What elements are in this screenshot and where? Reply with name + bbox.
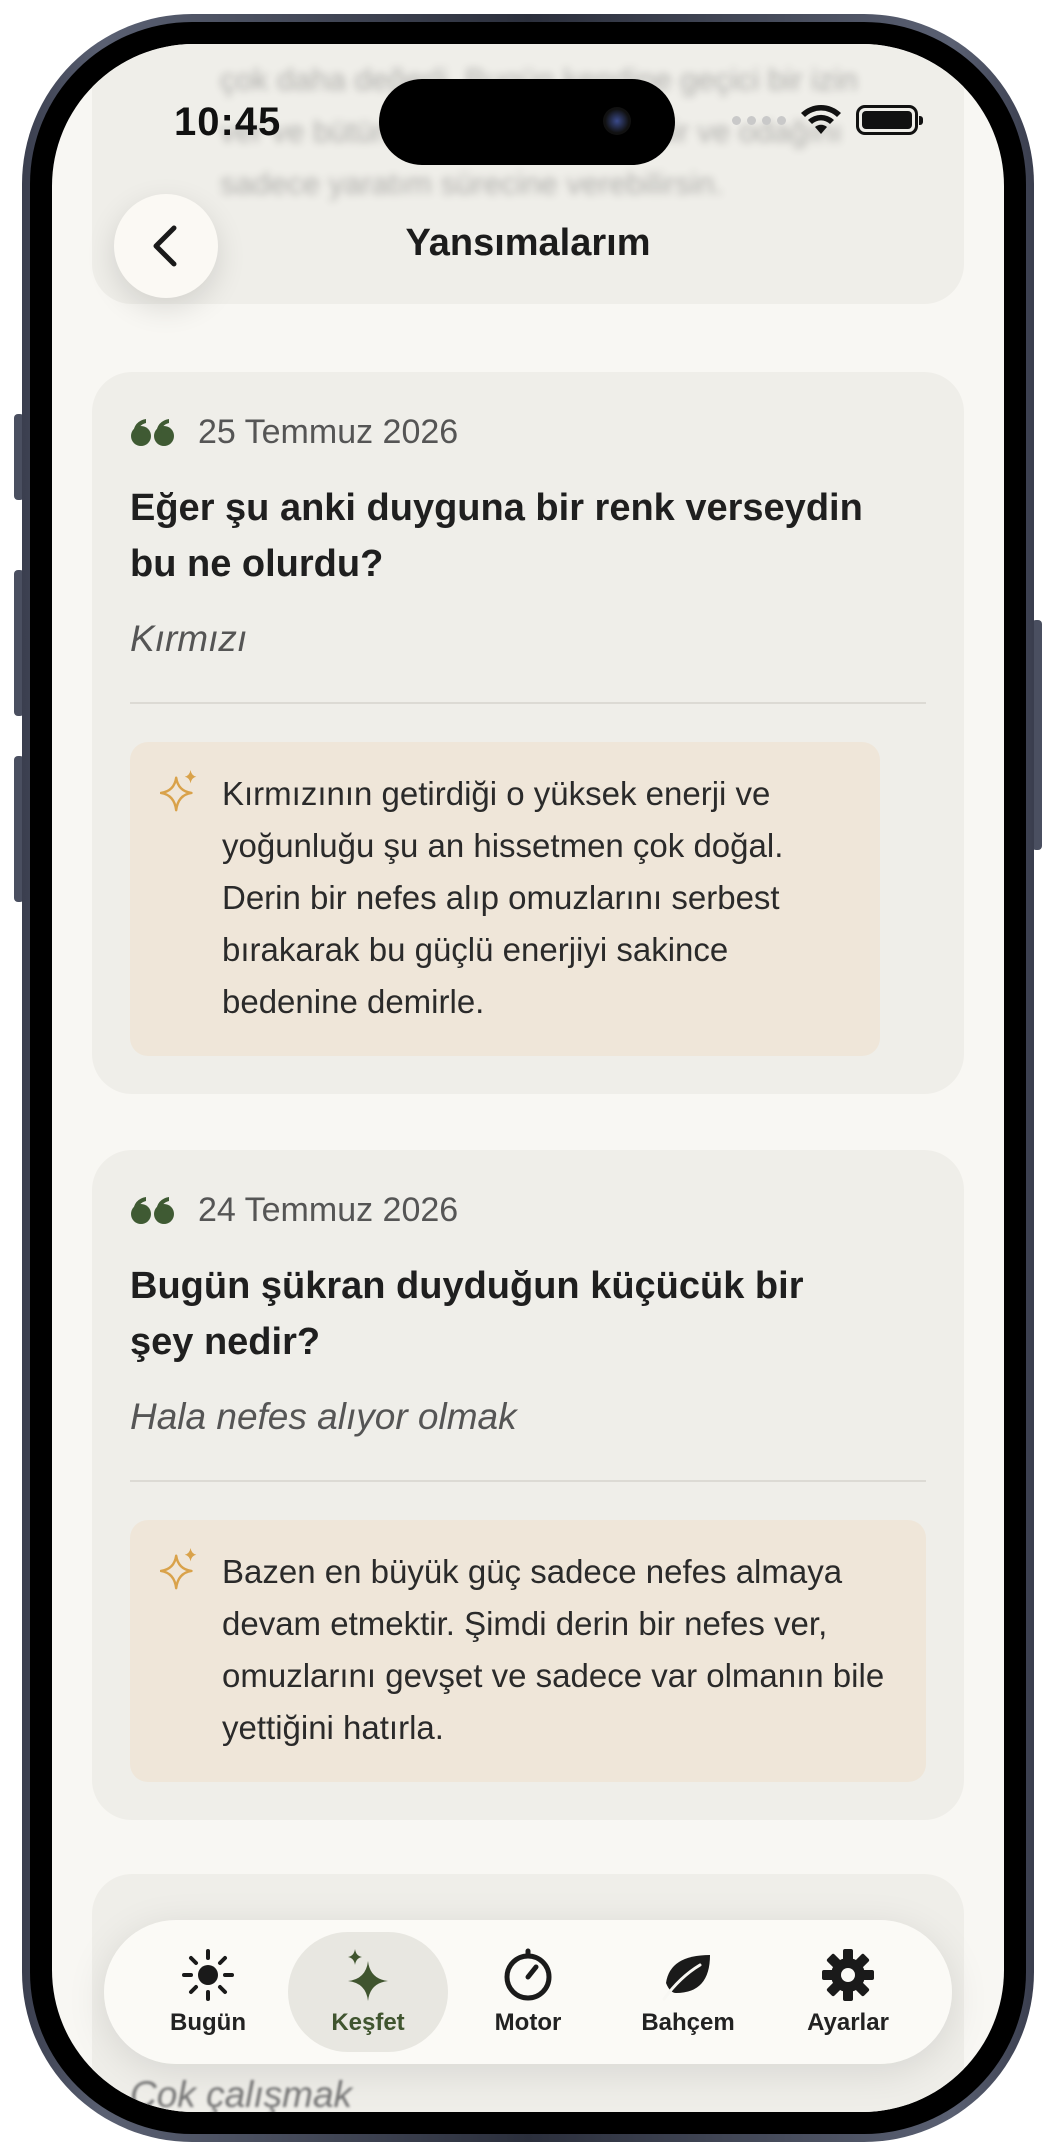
tab-bar: Bugün Keşfet Motor Bahçem Ayarlar [104,1920,952,2064]
sparkle-icon [160,770,197,812]
leaf-icon [662,1955,710,2001]
quote-icon [131,419,174,446]
insight-text: Bazen en büyük güç sadece nefes almaya d… [222,1553,885,1746]
divider [130,702,926,704]
reflection-question: Eğer şu anki duyguna bir renk verseydin … [130,487,863,585]
tab-label: Bahçem [641,2009,735,2036]
sun-icon [182,1949,234,2001]
page-title: Yansımalarım [405,222,651,264]
reflection-answer: Çok çalışmak [130,2074,353,2112]
status-time: 10:45 [174,100,282,144]
reflection-card[interactable]: 24 Temmuz 2026 Bugün şükran duyduğun küç… [92,1150,964,1820]
reflection-answer: Kırmızı [130,618,248,659]
tab-bugun[interactable]: Bugün [128,1932,288,2052]
tab-motor[interactable]: Motor [448,1932,608,2052]
tab-kesfet[interactable]: Keşfet [288,1932,448,2052]
timer-icon [504,1948,552,2001]
dynamic-island [379,79,675,165]
reflection-question: Bugün şükran duyduğun küçücük bir şey ne… [130,1265,804,1363]
tab-label: Motor [494,2009,562,2036]
app-screen: çok daha değerli. Bugün kendine geçici b… [52,44,1004,2112]
cellular-signal-icon [732,115,786,125]
reflection-card[interactable]: 25 Temmuz 2026 Eğer şu anki duyguna bir … [92,372,964,1094]
tab-bahcem[interactable]: Bahçem [608,1932,768,2052]
status-icons [732,104,923,136]
wifi-icon [801,105,841,134]
insight-text: Kırmızının getirdiği o yüksek enerji ve … [222,775,784,1020]
insight-box: Kırmızının getirdiği o yüksek enerji ve … [130,742,880,1056]
tab-label: Keşfet [331,2009,405,2036]
battery-icon [856,105,923,135]
gear-icon [822,1949,874,2001]
tab-ayarlar[interactable]: Ayarlar [768,1932,928,2052]
insight-box: Bazen en büyük güç sadece nefes almaya d… [130,1520,926,1782]
sparkle-icon [160,1548,197,1590]
sparkles-icon [348,1949,388,2001]
divider [130,1480,926,1482]
tab-label: Bugün [170,2009,246,2036]
tab-label: Ayarlar [807,2009,889,2036]
phone-frame: çok daha değerli. Bugün kendine geçici b… [22,14,1034,2142]
quote-icon [131,1197,174,1224]
reflection-date: 24 Temmuz 2026 [198,1190,459,1229]
reflection-answer: Hala nefes alıyor olmak [130,1396,517,1437]
reflection-date: 25 Temmuz 2026 [198,412,459,451]
